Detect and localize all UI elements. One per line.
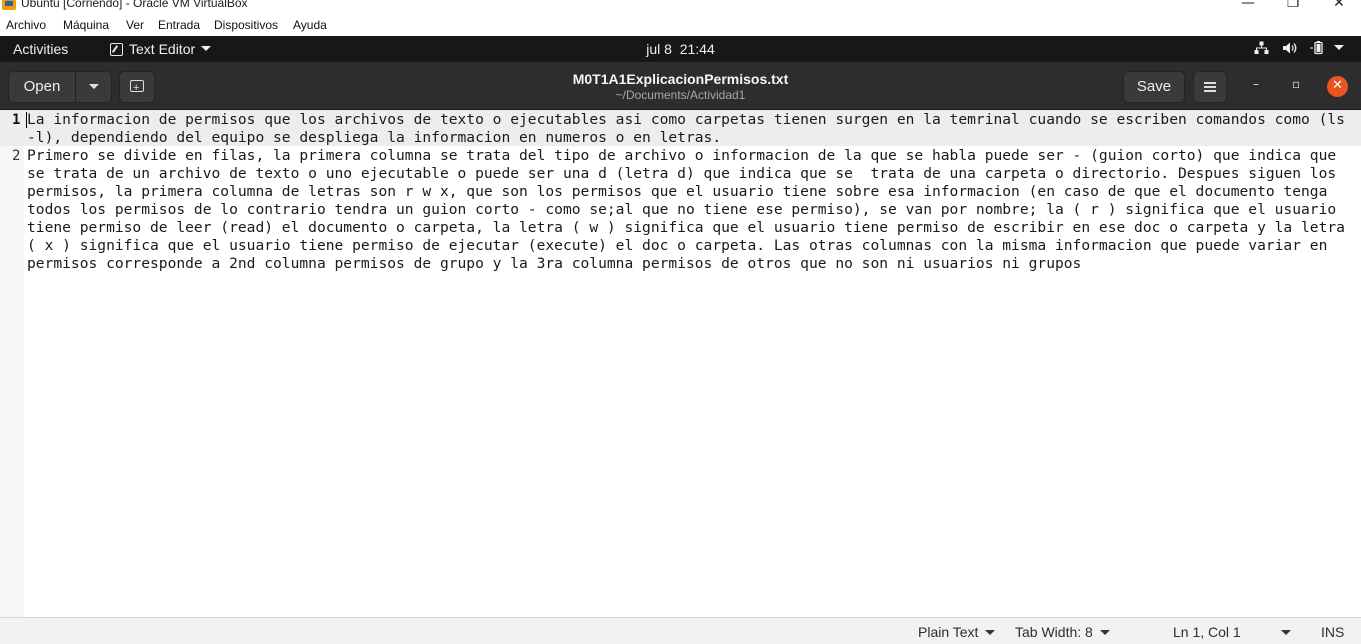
line-number: 2 [12,148,21,164]
cursor-position-selector[interactable]: Ln 1, Col 1 [1173,624,1291,640]
host-maximize-button[interactable]: ❐ [1273,0,1313,12]
host-window-title: Ubuntu [Corriendo] - Oracle VM VirtualBo… [21,0,248,10]
maximize-button[interactable]: ▫ [1292,77,1300,91]
save-button[interactable]: Save [1123,71,1185,103]
menu-entrada[interactable]: Entrada [158,18,200,32]
minimize-button[interactable]: – [1253,77,1259,91]
hamburger-menu-button[interactable] [1193,71,1227,103]
cursor-position-label: Ln 1, Col 1 [1173,624,1241,640]
menu-ver[interactable]: Ver [126,18,144,32]
host-menu-bar: Archivo Máquina Ver Entrada Dispositivos… [0,14,1361,36]
network-icon[interactable] [1254,41,1269,59]
language-selector[interactable]: Plain Text [918,624,996,640]
system-menu-chevron-icon[interactable] [1334,42,1344,57]
clock-container: jul 8 21:44 [0,41,1361,57]
menu-archivo[interactable]: Archivo [6,18,46,32]
host-close-button[interactable]: ✕ [1319,0,1359,12]
menu-ayuda[interactable]: Ayuda [293,18,327,32]
clock[interactable]: jul 8 21:44 [646,41,715,57]
line-number: 1 [12,112,21,128]
text-line[interactable]: La informacion de permisos que los archi… [27,111,1347,147]
host-minimize-button[interactable]: — [1228,0,1268,12]
line-number-gutter [0,110,24,617]
hamburger-icon [1204,82,1216,92]
insert-mode-indicator[interactable]: INS [1321,624,1344,640]
menu-dispositivos[interactable]: Dispositivos [214,18,278,32]
gnome-top-bar: Activities Text Editor jul 8 21:44 [0,36,1361,62]
host-window-titlebar: Ubuntu [Corriendo] - Oracle VM VirtualBo… [0,0,1361,14]
tab-width-label: Tab Width: 8 [1015,624,1093,640]
virtualbox-icon [2,0,16,10]
text-view[interactable]: 1 La informacion de permisos que los arc… [0,110,1361,617]
tab-width-selector[interactable]: Tab Width: 8 [1015,624,1110,640]
text-cursor [26,112,27,128]
battery-icon[interactable] [1309,41,1327,59]
chevron-down-icon [985,630,996,635]
status-bar: Plain Text Tab Width: 8 Ln 1, Col 1 INS [0,617,1361,644]
chevron-down-icon [1099,630,1110,635]
language-label: Plain Text [918,624,979,640]
chevron-down-icon [1280,630,1291,635]
close-button[interactable]: ✕ [1327,76,1348,97]
menu-maquina[interactable]: Máquina [63,18,109,32]
text-line[interactable]: Primero se divide en filas, la primera c… [27,147,1347,273]
volume-icon[interactable] [1282,41,1298,59]
gedit-header-bar: Open M0T1A1ExplicacionPermisos.txt ~/Doc… [0,62,1361,110]
